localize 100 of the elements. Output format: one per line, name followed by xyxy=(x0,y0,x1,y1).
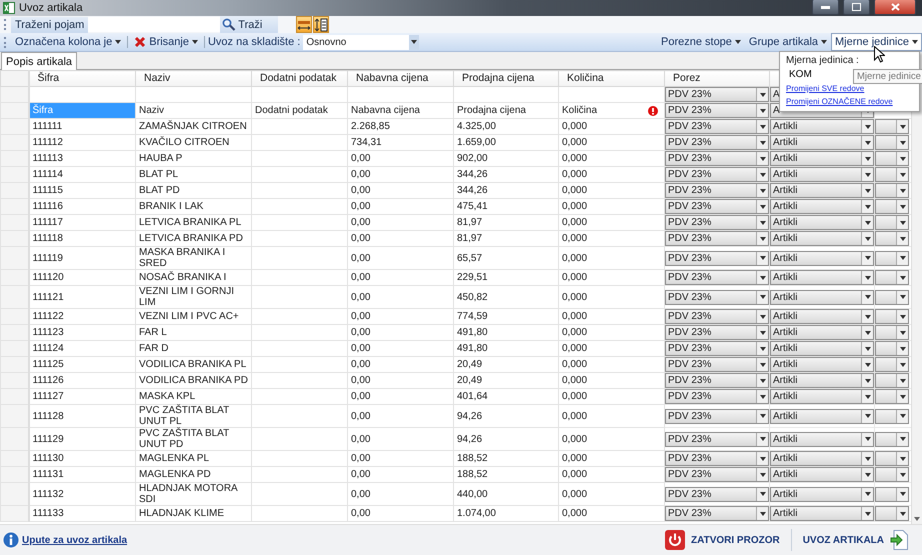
table-cell: 20,49 xyxy=(454,372,558,388)
table-cell: 0,000 xyxy=(558,466,664,482)
table-cell: Šifra xyxy=(28,102,136,118)
table-cell: 0,00 xyxy=(348,308,454,324)
table-cell: 0,00 xyxy=(348,482,454,506)
table-cell: 111132 xyxy=(28,482,136,506)
table-cell: 0,000 xyxy=(558,230,664,246)
table-cell: 401,64 xyxy=(454,388,558,404)
table-cell: VEZNI LIM I GORNJI LIM xyxy=(136,286,252,308)
table-cell: 111114 xyxy=(28,166,136,182)
table-cell: Naziv xyxy=(136,102,252,118)
table-cell: 111129 xyxy=(28,428,136,450)
table-cell: 0,000 xyxy=(558,356,664,372)
table-cell: 81,97 xyxy=(454,214,558,230)
table-cell: 2.268,85 xyxy=(348,118,454,134)
table-cell: 0,00 xyxy=(348,198,454,214)
table-cell: BLAT PL xyxy=(136,166,252,182)
table-cell: Nabavna cijena xyxy=(348,102,454,118)
table-cell: 111120 xyxy=(28,270,136,286)
table-cell: 0,00 xyxy=(348,214,454,230)
table-cell: 94,26 xyxy=(454,404,558,428)
table-cell: 0,00 xyxy=(348,450,454,466)
table-cell: 440,00 xyxy=(454,482,558,506)
table-cell: 1.659,00 xyxy=(454,134,558,150)
table-cell: 0,000 xyxy=(558,246,664,270)
warehouse-label: Uvoz na skladište : xyxy=(208,36,300,48)
table-cell: 111122 xyxy=(28,308,136,324)
table-cell: 0,00 xyxy=(348,246,454,270)
table-cell: 0,00 xyxy=(348,388,454,404)
table-cell: HLADNJAK MOTORA SDI xyxy=(136,482,252,506)
table-cell: NOSAČ BRANIKA I xyxy=(136,270,252,286)
table-cell: 0,000 xyxy=(558,506,664,522)
table-cell: 0,00 xyxy=(348,404,454,428)
table-cell: 0,00 xyxy=(348,270,454,286)
table-cell: 111125 xyxy=(28,356,136,372)
table-cell: 491,80 xyxy=(454,324,558,340)
table-cell: 0,00 xyxy=(348,466,454,482)
table-cell: 0,000 xyxy=(558,308,664,324)
table-cell: 4.325,00 xyxy=(454,118,558,134)
table-cell: Dodatni podatak xyxy=(252,102,348,118)
table-cell: FAR D xyxy=(136,340,252,356)
table-cell: 0,000 xyxy=(558,150,664,166)
table-cell: 344,26 xyxy=(454,166,558,182)
table-cell: 111118 xyxy=(28,230,136,246)
table-cell: 344,26 xyxy=(454,182,558,198)
table-cell: 111133 xyxy=(28,506,136,522)
table-cell: 111131 xyxy=(28,466,136,482)
table-cell: 0,000 xyxy=(558,428,664,450)
table-cell: LETVICA BRANIKA PD xyxy=(136,230,252,246)
table-cell: BLAT PD xyxy=(136,182,252,198)
table-cell: 188,52 xyxy=(454,450,558,466)
table-cell: FAR L xyxy=(136,324,252,340)
table-cell: 111117 xyxy=(28,214,136,230)
table-cell: PVC ZAŠTITA BLAT UNUT PD xyxy=(136,428,252,450)
table-cell: 94,26 xyxy=(454,428,558,450)
table-cell: 111126 xyxy=(28,372,136,388)
table-cell: 0,000 xyxy=(558,270,664,286)
table-cell: 475,41 xyxy=(454,198,558,214)
table-cell: 0,00 xyxy=(348,340,454,356)
table-cell: VODILICA BRANIKA PL xyxy=(136,356,252,372)
table-cell: VEZNI LIM I PVC AC+ xyxy=(136,308,252,324)
table-cell: BRANIK I LAK xyxy=(136,198,252,214)
table-cell: 902,00 xyxy=(454,150,558,166)
table-cell: 111128 xyxy=(28,404,136,428)
table-cell: 0,000 xyxy=(558,450,664,466)
table-cell: HAUBA P xyxy=(136,150,252,166)
table-cell: 450,82 xyxy=(454,286,558,308)
table-cell: ZAMAŠNJAK CITROEN xyxy=(136,118,252,134)
table-cell: 734,31 xyxy=(348,134,454,150)
search-label: Traženi pojam xyxy=(11,16,88,32)
table-cell: MASKA KPL xyxy=(136,388,252,404)
table-cell: 0,000 xyxy=(558,388,664,404)
table-cell: MAGLENKA PL xyxy=(136,450,252,466)
table-cell: 111119 xyxy=(28,246,136,270)
table-cell: 1.074,00 xyxy=(454,506,558,522)
table-cell: 0,000 xyxy=(558,134,664,150)
table-cell: 229,51 xyxy=(454,270,558,286)
table-cell: 0,000 xyxy=(558,118,664,134)
table-cell: Prodajna cijena xyxy=(454,102,558,118)
table-cell: HLADNJAK KLIME xyxy=(136,506,252,522)
table-cell: 111112 xyxy=(28,134,136,150)
window-title: Uvoz artikala xyxy=(19,2,83,14)
table-cell: VODILICA BRANIKA PD xyxy=(136,372,252,388)
table-cell: 111130 xyxy=(28,450,136,466)
table-cell: 0,000 xyxy=(558,198,664,214)
table-cell: 0,00 xyxy=(348,286,454,308)
table-cell: 0,00 xyxy=(348,166,454,182)
tooltip: Mjerne jedinice xyxy=(853,69,922,84)
table-cell: 20,49 xyxy=(454,356,558,372)
table-cell: 0,00 xyxy=(348,428,454,450)
table-cell: 111124 xyxy=(28,340,136,356)
table-cell: 0,00 xyxy=(348,150,454,166)
table-cell: 111123 xyxy=(28,324,136,340)
table-cell: 65,57 xyxy=(454,246,558,270)
table-cell: 111115 xyxy=(28,182,136,198)
table-cell: 0,000 xyxy=(558,324,664,340)
table-cell: 111127 xyxy=(28,388,136,404)
table-cell: 0,000 xyxy=(558,482,664,506)
table-cell: 81,97 xyxy=(454,230,558,246)
table-cell: KVAČILO CITROEN xyxy=(136,134,252,150)
